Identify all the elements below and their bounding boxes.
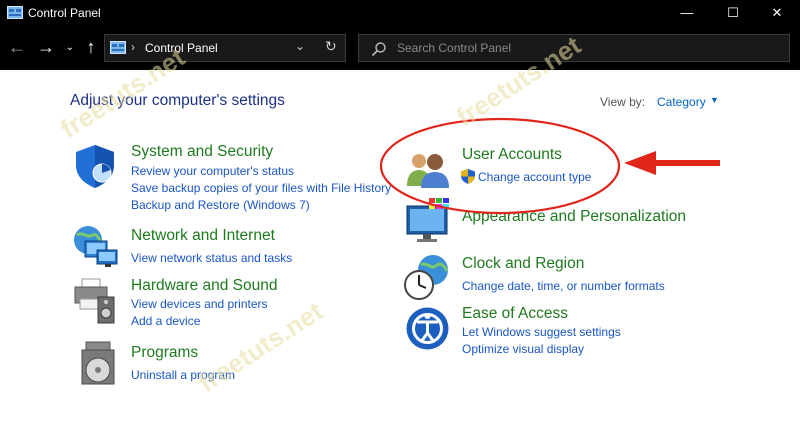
link-file-history-backup[interactable]: Save backup copies of your files with Fi…	[131, 181, 391, 195]
category-clock-and-region[interactable]: Clock and Region	[462, 255, 584, 273]
recent-locations-button[interactable]: ⌄	[64, 37, 76, 59]
forward-button[interactable]: →	[36, 37, 56, 59]
link-change-date-time-formats[interactable]: Change date, time, or number formats	[462, 279, 665, 293]
link-backup-and-restore[interactable]: Backup and Restore (Windows 7)	[131, 198, 310, 212]
category-hardware-and-sound[interactable]: Hardware and Sound	[131, 277, 278, 295]
control-panel-icon	[110, 41, 126, 54]
link-view-devices-and-printers[interactable]: View devices and printers	[131, 297, 268, 311]
link-add-a-device[interactable]: Add a device	[131, 314, 200, 328]
link-optimize-visual-display[interactable]: Optimize visual display	[462, 342, 584, 356]
search-input[interactable]	[397, 39, 777, 57]
breadcrumb-separator[interactable]: ›	[131, 40, 135, 54]
address-dropdown-button[interactable]: ⌄	[295, 39, 305, 53]
printer-speaker-icon	[74, 278, 115, 324]
window-title: Control Panel	[28, 6, 101, 20]
link-uninstall-a-program[interactable]: Uninstall a program	[131, 368, 235, 382]
network-globe-icon	[74, 226, 118, 267]
minimize-button[interactable]: —	[664, 0, 710, 27]
category-programs[interactable]: Programs	[131, 344, 198, 362]
shield-icon	[76, 145, 114, 188]
users-icon	[407, 154, 449, 188]
arrow-head-icon	[624, 151, 656, 175]
uac-shield-icon	[461, 169, 475, 184]
category-appearance-and-personalization[interactable]: Appearance and Personalization	[462, 208, 686, 226]
link-view-network-status[interactable]: View network status and tasks	[131, 251, 292, 265]
link-change-account-type[interactable]: Change account type	[478, 170, 591, 184]
ease-of-access-icon	[406, 307, 449, 350]
search-box[interactable]	[358, 34, 790, 62]
close-button[interactable]: ✕	[754, 0, 800, 27]
title-bar: Control Panel — ☐ ✕	[0, 0, 800, 27]
category-user-accounts[interactable]: User Accounts	[462, 146, 562, 164]
category-ease-of-access[interactable]: Ease of Access	[462, 305, 568, 323]
control-panel-icon	[7, 6, 23, 19]
refresh-button[interactable]: ↻	[325, 38, 337, 55]
link-let-windows-suggest-settings[interactable]: Let Windows suggest settings	[462, 325, 621, 339]
monitor-palette-icon	[406, 198, 449, 242]
watermark: freetuts.net	[192, 295, 329, 399]
view-by-dropdown[interactable]: Category	[657, 95, 706, 109]
chevron-down-icon[interactable]: ▼	[710, 95, 719, 105]
breadcrumb[interactable]: Control Panel	[145, 41, 218, 55]
view-by-label: View by:	[600, 95, 646, 109]
navigation-bar: ← → ⌄ ↑ › Control Panel ⌄ ↻	[0, 27, 800, 70]
address-box[interactable]: › Control Panel ⌄ ↻	[104, 34, 346, 62]
search-icon	[371, 42, 386, 57]
category-system-and-security[interactable]: System and Security	[131, 143, 273, 161]
link-review-computer-status[interactable]: Review your computer's status	[131, 164, 294, 178]
clock-globe-icon	[404, 255, 449, 300]
programs-disc-icon	[81, 341, 115, 385]
up-button[interactable]: ↑	[82, 37, 100, 59]
maximize-button[interactable]: ☐	[710, 0, 756, 27]
category-network-and-internet[interactable]: Network and Internet	[131, 227, 275, 245]
back-button[interactable]: ←	[8, 37, 26, 59]
page-title: Adjust your computer's settings	[70, 92, 285, 109]
